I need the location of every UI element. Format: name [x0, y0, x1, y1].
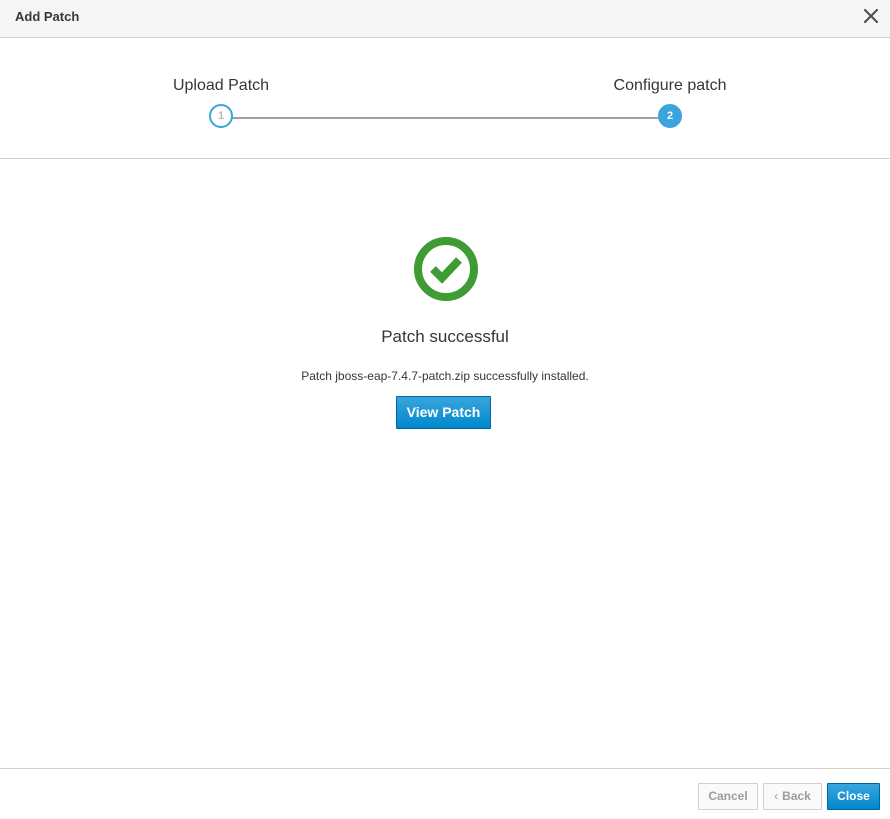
wizard-step-configure-patch[interactable]: Configure patch 2 — [570, 76, 770, 128]
close-icon[interactable] — [864, 9, 878, 23]
back-button[interactable]: ‹ Back — [763, 783, 822, 810]
step-number-circle: 2 — [658, 104, 682, 128]
wizard-content: Patch successful Patch jboss-eap-7.4.7-p… — [0, 159, 890, 768]
wizard-step-upload-patch[interactable]: Upload Patch 1 — [121, 76, 321, 128]
success-message: Patch jboss-eap-7.4.7-patch.zip successf… — [301, 369, 589, 383]
step-label: Configure patch — [613, 77, 727, 94]
modal-footer: Cancel ‹ Back Close — [0, 768, 890, 819]
chevron-left-icon: ‹ — [774, 789, 779, 803]
step-label: Upload Patch — [172, 77, 270, 94]
modal-title: Add Patch — [15, 9, 80, 24]
cancel-button[interactable]: Cancel — [698, 783, 758, 810]
back-button-label: Back — [782, 789, 811, 803]
step-connector-line — [221, 117, 670, 119]
modal-header: Add Patch — [0, 0, 890, 38]
step-number-circle: 1 — [209, 104, 233, 128]
close-button[interactable]: Close — [827, 783, 880, 810]
check-circle-icon — [413, 236, 479, 302]
success-title: Patch successful — [381, 327, 509, 346]
wizard-steps: Upload Patch 1 Configure patch 2 — [0, 38, 890, 159]
add-patch-modal: Add Patch Upload Patch 1 Configure patch… — [0, 0, 890, 819]
view-patch-button[interactable]: View Patch — [396, 396, 491, 429]
